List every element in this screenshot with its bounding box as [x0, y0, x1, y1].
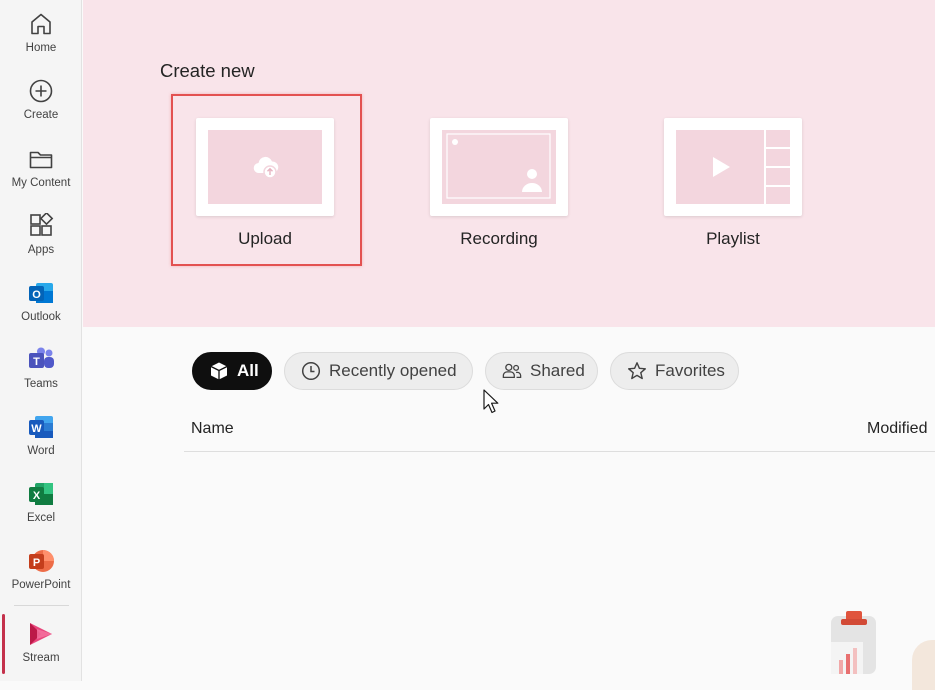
screen-recording-icon: [442, 130, 556, 209]
cube-icon: [209, 361, 229, 381]
outlook-icon: O: [27, 279, 55, 307]
table-header-divider: [184, 451, 935, 452]
sidebar-item-stream[interactable]: Stream: [0, 614, 82, 676]
recording-label[interactable]: Recording: [430, 229, 568, 249]
sidebar-item-word[interactable]: W Word: [0, 407, 82, 469]
playlist-card[interactable]: [664, 118, 802, 216]
mouse-cursor-icon: [483, 389, 501, 420]
svg-text:O: O: [32, 289, 41, 301]
people-icon: [502, 361, 522, 381]
sidebar-divider: [14, 605, 69, 606]
sidebar-item-label: My Content: [11, 177, 71, 189]
cloud-upload-icon: [252, 154, 280, 185]
sidebar-item-my-content[interactable]: My Content: [0, 139, 82, 201]
sidebar-item-label: Stream: [22, 652, 60, 664]
filter-label: Favorites: [655, 361, 725, 380]
card-thumbnail: [442, 130, 556, 204]
upload-card[interactable]: [196, 118, 334, 216]
sidebar-item-label: Teams: [24, 378, 58, 390]
recording-card[interactable]: [430, 118, 568, 216]
playlist-label[interactable]: Playlist: [664, 229, 802, 249]
filter-shared[interactable]: Shared: [485, 352, 598, 390]
excel-icon: X: [27, 480, 55, 508]
svg-text:X: X: [33, 490, 41, 502]
sidebar-item-teams[interactable]: T Teams: [0, 340, 82, 402]
playlist-thumb-column: [766, 130, 790, 204]
stream-icon: [27, 620, 55, 648]
illustration-edge: [912, 640, 935, 690]
app-sidebar: Home Create My Content Apps O Outlook T …: [0, 0, 82, 681]
filter-recently-opened[interactable]: Recently opened: [284, 352, 473, 390]
filter-favorites[interactable]: Favorites: [610, 352, 739, 390]
sidebar-item-outlook[interactable]: O Outlook: [0, 273, 82, 335]
star-icon: [627, 361, 647, 381]
upload-label[interactable]: Upload: [196, 229, 334, 249]
filter-label: All: [237, 361, 259, 380]
clipboard-chart-icon: [826, 608, 886, 679]
sidebar-item-home[interactable]: Home: [0, 4, 82, 66]
folder-icon: [27, 145, 55, 173]
sidebar-item-create[interactable]: Create: [0, 71, 82, 133]
sidebar-item-label: Create: [23, 109, 59, 121]
playlist-icon: [710, 156, 732, 183]
sidebar-item-powerpoint[interactable]: P PowerPoint: [0, 541, 82, 603]
sidebar-item-label: Outlook: [21, 311, 61, 323]
filter-all[interactable]: All: [192, 352, 272, 390]
powerpoint-icon: P: [27, 547, 55, 575]
teams-icon: T: [27, 346, 55, 374]
filter-label: Recently opened: [329, 361, 457, 380]
svg-text:P: P: [33, 557, 40, 569]
sidebar-item-label: Word: [27, 445, 55, 457]
svg-text:W: W: [31, 423, 42, 435]
sidebar-item-label: Apps: [27, 244, 55, 256]
sidebar-item-label: Home: [25, 42, 57, 54]
clock-icon: [301, 361, 321, 381]
sidebar-item-label: PowerPoint: [11, 579, 71, 591]
card-thumbnail: [208, 130, 322, 204]
word-icon: W: [27, 413, 55, 441]
svg-text:T: T: [33, 356, 40, 368]
filter-label: Shared: [530, 361, 585, 380]
sidebar-item-excel[interactable]: X Excel: [0, 474, 82, 536]
sidebar-item-apps[interactable]: Apps: [0, 206, 82, 268]
column-header-name[interactable]: Name: [191, 420, 234, 438]
create-icon: [27, 77, 55, 105]
section-title: Create new: [160, 60, 255, 81]
card-thumbnail: [676, 130, 764, 204]
column-header-modified[interactable]: Modified: [867, 420, 927, 438]
home-icon: [27, 10, 55, 38]
apps-icon: [27, 212, 55, 240]
sidebar-item-label: Excel: [26, 512, 56, 524]
